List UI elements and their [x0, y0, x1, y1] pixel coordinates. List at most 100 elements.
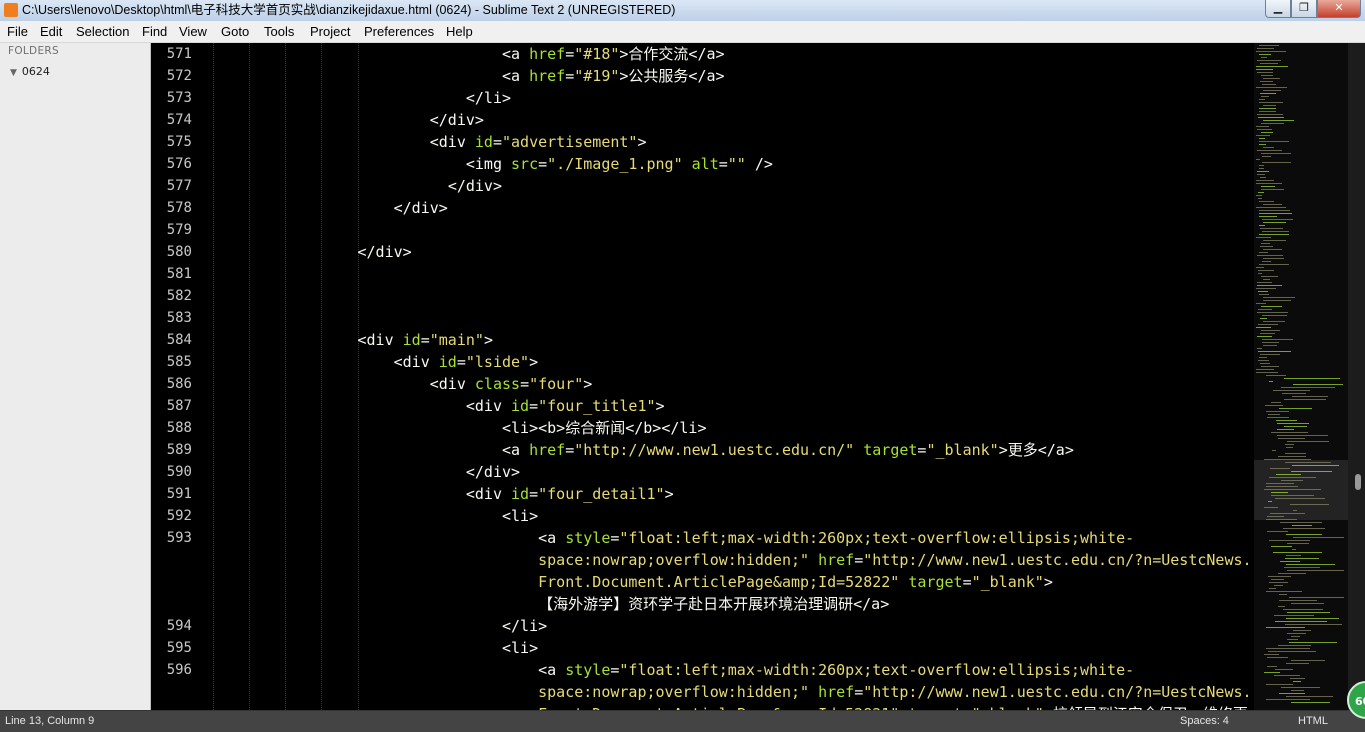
menu-edit[interactable]: Edit: [40, 23, 62, 40]
code-line[interactable]: </div>: [213, 175, 502, 197]
code-token: <li>: [501, 639, 539, 657]
minimap-line: [1260, 333, 1275, 334]
code-line[interactable]: <li>: [213, 505, 538, 527]
minimap-line: [1262, 231, 1289, 232]
code-line[interactable]: 【海外游学】资环学子赴日本开展环境治理调研</a>: [213, 593, 889, 615]
code-line[interactable]: <div id="lside">: [213, 351, 539, 373]
code-token: space:nowrap;overflow:hidden;": [538, 683, 810, 701]
code-token: >: [483, 331, 493, 349]
maximize-button[interactable]: ❐: [1291, 0, 1317, 18]
code-token: "./Image_1.png": [547, 155, 683, 173]
minimap-line: [1258, 273, 1262, 274]
close-button[interactable]: ✕: [1317, 0, 1361, 18]
minimap-line: [1259, 168, 1264, 169]
code-token: id: [511, 485, 530, 503]
code-line[interactable]: </div>: [213, 461, 520, 483]
code-line[interactable]: <div id="four_detail1">: [213, 483, 674, 505]
minimap-line: [1256, 237, 1271, 238]
minimap-line: [1267, 516, 1284, 517]
code-line[interactable]: <img src="./Image_1.png" alt="" />: [213, 153, 773, 175]
menu-goto[interactable]: Goto: [221, 23, 249, 40]
menu-preferences[interactable]: Preferences: [364, 23, 434, 40]
minimap-viewport[interactable]: [1254, 460, 1348, 520]
code-line[interactable]: space:nowrap;overflow:hidden;" href="htt…: [213, 549, 1251, 571]
code-token: href: [818, 551, 855, 569]
minimap-line: [1261, 189, 1284, 190]
line-number: 573: [166, 90, 192, 106]
minimap-line: [1263, 258, 1284, 259]
minimap-line: [1270, 468, 1290, 469]
code-editor[interactable]: 571 572 573 574 575 576 577 578 579 580 581 582 583 5…: [151, 43, 1254, 710]
minimap-line: [1261, 276, 1278, 277]
minimap-line: [1263, 321, 1285, 322]
menu-file[interactable]: File: [7, 23, 28, 40]
vertical-scrollbar[interactable]: [1348, 43, 1365, 710]
expand-triangle-icon[interactable]: ▼: [10, 68, 17, 78]
code-token: "": [727, 155, 746, 173]
code-token: Front.Document.ArticlePage&amp;Id=52822": [538, 573, 900, 591]
minimap-line: [1259, 213, 1292, 214]
code-line[interactable]: <div class="four">: [213, 373, 593, 395]
minimap-line: [1273, 552, 1322, 553]
menu-find[interactable]: Find: [142, 23, 167, 40]
code-line[interactable]: Front.Document.ArticlePage&amp;Id=52822"…: [213, 571, 1053, 593]
code-line[interactable]: Front.Document.ArticlePage&amp;Id=52821"…: [213, 703, 1248, 710]
menu-project[interactable]: Project: [310, 23, 350, 40]
code-line[interactable]: </div>: [213, 241, 412, 263]
line-number: 594: [166, 618, 192, 634]
code-line[interactable]: <a style="float:left;max-width:260px;tex…: [213, 659, 1134, 681]
minimap-line: [1257, 312, 1288, 313]
code-token: =: [565, 45, 575, 63]
code-line[interactable]: <a href="http://www.new1.uestc.edu.cn/" …: [213, 439, 1074, 461]
code-token: "http://www.new1.uestc.edu.cn/": [574, 441, 855, 459]
line-number: 589: [166, 442, 192, 458]
code-line[interactable]: </li>: [213, 615, 547, 637]
code-line[interactable]: </div>: [213, 197, 448, 219]
minimap-line: [1275, 669, 1293, 670]
minimap-line: [1269, 588, 1276, 589]
minimap-line: [1256, 369, 1274, 370]
minimize-button[interactable]: ▁: [1265, 0, 1291, 18]
minimap-line: [1291, 660, 1325, 661]
menu-view[interactable]: View: [179, 23, 207, 40]
code-token: id: [511, 397, 530, 415]
code-line[interactable]: <div id="main">: [213, 329, 493, 351]
minimap-line: [1261, 123, 1284, 124]
minimap-line: [1287, 441, 1329, 442]
code-token: <li><b>综合新闻</b></li>: [501, 419, 707, 437]
code-token: "_blank": [926, 441, 999, 459]
folder-item[interactable]: ▼ 0624: [10, 65, 50, 78]
minimap-line: [1287, 570, 1344, 571]
syntax-mode[interactable]: HTML: [1298, 714, 1328, 728]
minimap-line: [1258, 309, 1272, 310]
code-line[interactable]: space:nowrap;overflow:hidden;" href="htt…: [213, 681, 1251, 703]
minimap-line: [1257, 150, 1282, 151]
menu-tools[interactable]: Tools: [264, 23, 294, 40]
code-line[interactable]: <div id="four_title1">: [213, 395, 665, 417]
code-line[interactable]: <div id="advertisement">: [213, 131, 647, 153]
code-line[interactable]: <a href="#18">合作交流</a>: [213, 43, 725, 65]
code-line[interactable]: <a style="float:left;max-width:260px;tex…: [213, 527, 1134, 549]
code-token: >: [637, 133, 647, 151]
menu-selection[interactable]: Selection: [76, 23, 129, 40]
code-token: target: [908, 573, 963, 591]
minimap-line: [1257, 171, 1269, 172]
code-line[interactable]: </div>: [213, 109, 484, 131]
minimap-line: [1286, 555, 1301, 556]
code-line[interactable]: <li><b>综合新闻</b></li>: [213, 417, 707, 439]
code-line[interactable]: <li>: [213, 637, 538, 659]
menu-help[interactable]: Help: [446, 23, 473, 40]
indentation-setting[interactable]: Spaces: 4: [1180, 714, 1229, 728]
minimap-line: [1263, 105, 1276, 106]
minimap-line: [1259, 99, 1265, 100]
minimap[interactable]: [1254, 43, 1348, 710]
code-line[interactable]: <a href="#19">公共服务</a>: [213, 65, 725, 87]
minimap-line: [1266, 591, 1302, 592]
scrollbar-thumb[interactable]: [1355, 474, 1361, 490]
minimap-line: [1261, 306, 1282, 307]
minimap-line: [1268, 414, 1280, 415]
code-line[interactable]: </li>: [213, 87, 511, 109]
minimap-line: [1285, 462, 1331, 463]
minimap-line: [1268, 501, 1272, 502]
